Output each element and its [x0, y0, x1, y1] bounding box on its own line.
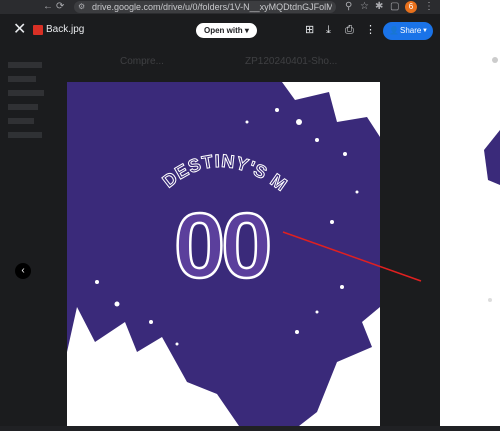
annotation-arrow — [282, 231, 422, 282]
arrow-line — [282, 231, 422, 282]
